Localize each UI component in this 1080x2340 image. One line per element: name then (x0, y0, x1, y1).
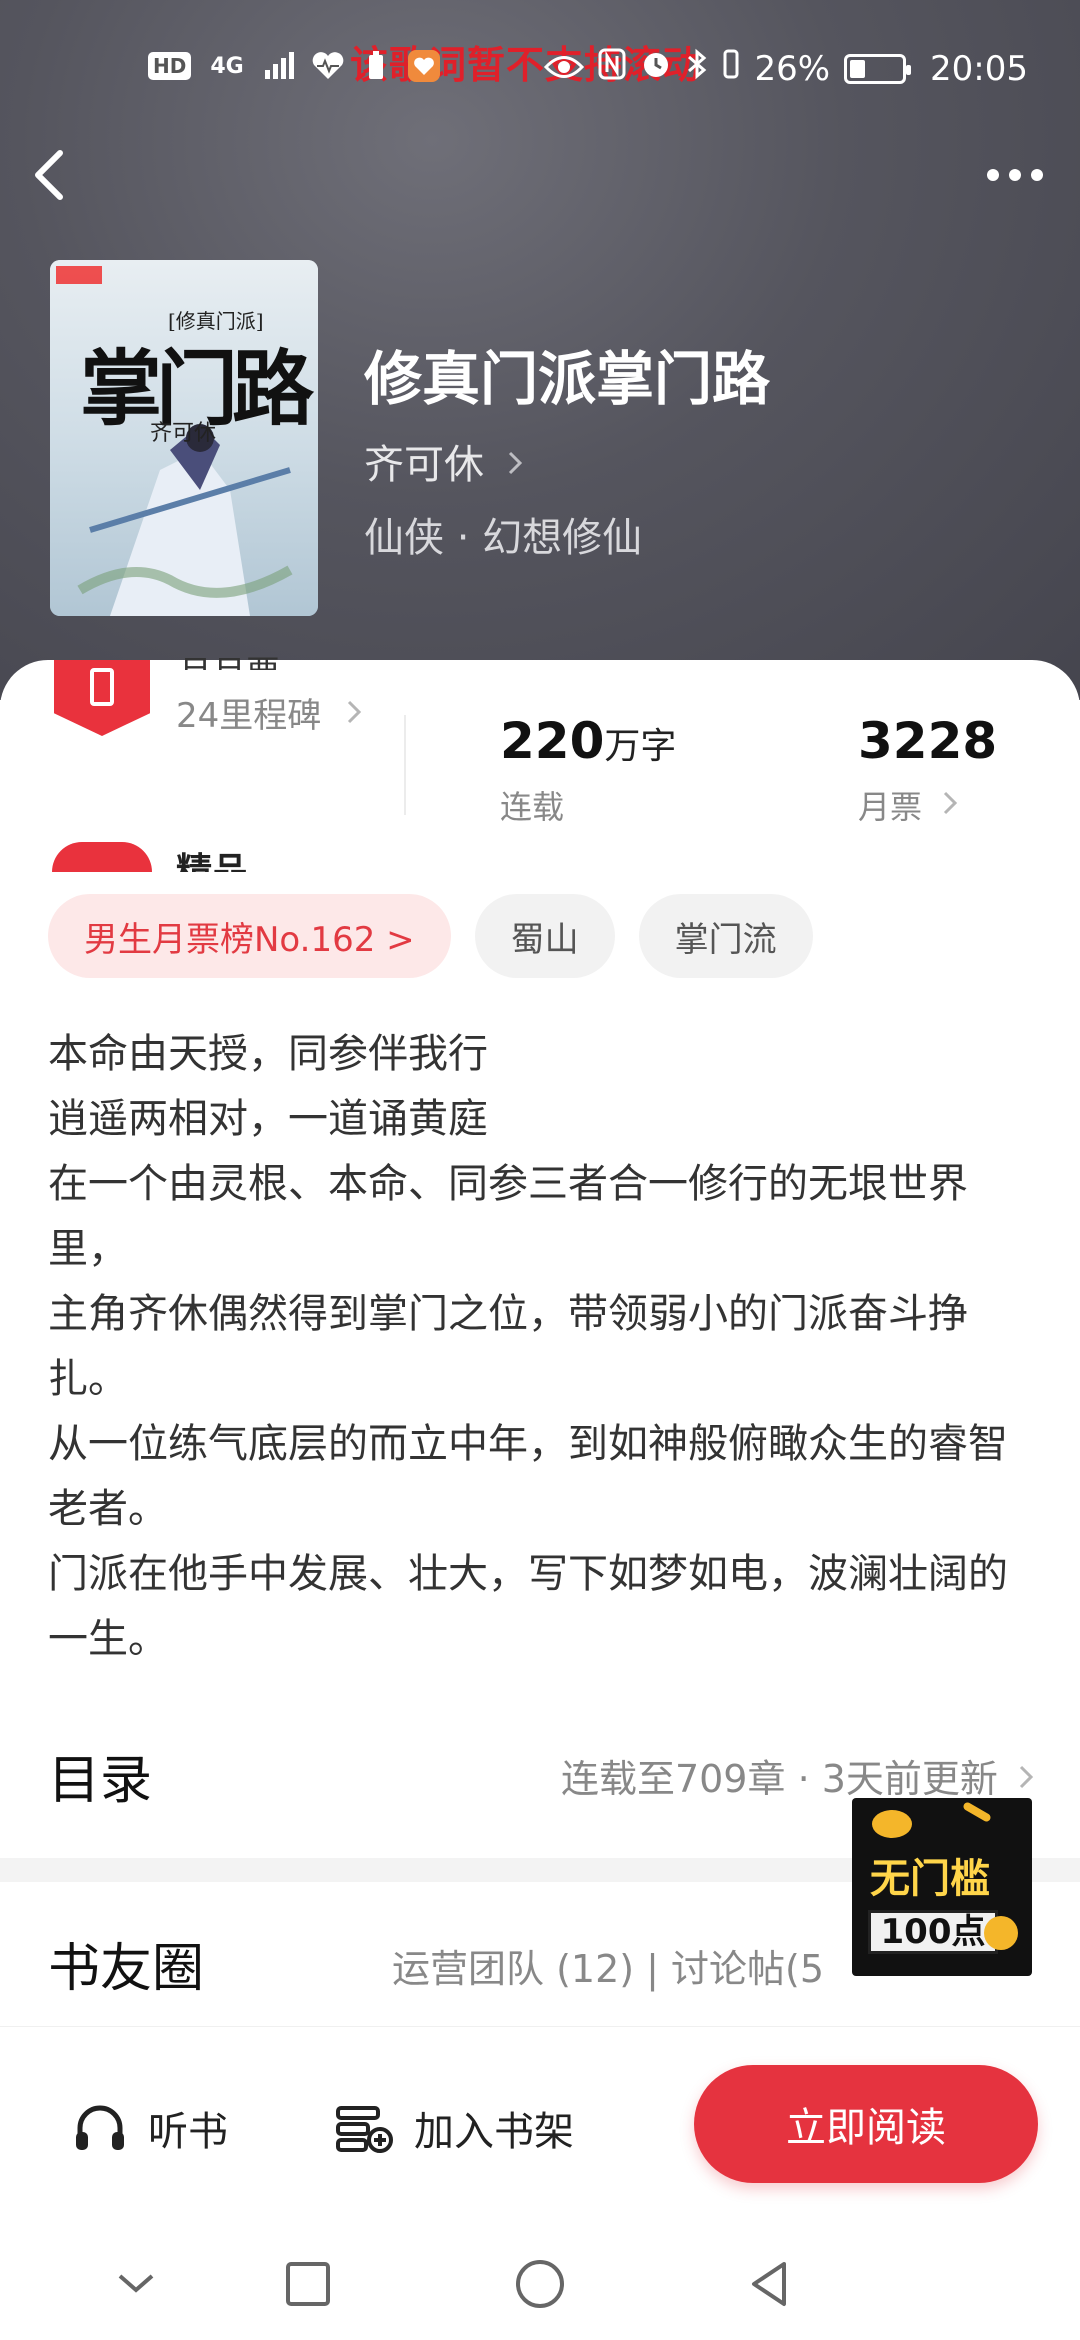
hd-badge: HD (148, 52, 192, 80)
synopsis-line: 主角齐休偶然得到掌门之位，带领弱小的门派奋斗挣扎。 (48, 1291, 968, 1402)
coin-icon (984, 1916, 1018, 1950)
chevron-right-icon (1019, 1765, 1034, 1789)
book-author-name: 齐可休 (364, 442, 484, 488)
battery-icon (844, 53, 912, 84)
synopsis-line: 门派在他手中发展、壮大，写下如梦如电，波澜壮阔的一生。 (48, 1551, 1008, 1662)
more-dot (987, 169, 999, 181)
monthly-votes-label-row: 月票 (858, 782, 997, 828)
read-now-button[interactable]: 立即阅读 (694, 2065, 1038, 2183)
book-synopsis: 本命由天授，同参伴我行 逍遥两相对，一道诵黄庭 在一个由灵根、本命、同参三者合一… (48, 1022, 1038, 1672)
system-nav-bar (0, 2216, 1080, 2340)
add-to-shelf-label: 加入书架 (414, 2109, 574, 2155)
monthly-votes-stat[interactable]: 3228 月票 (858, 712, 997, 828)
signal-icon (263, 50, 297, 82)
tag-list: 男生月票榜No.162 > 蜀山 掌门流 (48, 894, 813, 978)
back-button[interactable] (30, 145, 80, 205)
word-count-stat: 220万字 连载 (500, 712, 676, 828)
nav-back-icon (752, 2262, 786, 2306)
word-count-number: 220 (500, 712, 605, 770)
cover-author: 齐可休 (150, 421, 217, 446)
promo-bottom-text: 100点 (868, 1910, 998, 1954)
toc-title: 目录 (48, 1751, 153, 1811)
nav-home-button[interactable] (510, 2254, 570, 2314)
bluetooth-icon (686, 48, 708, 89)
quality-label: 精品 (176, 851, 249, 872)
battery-small-icon (359, 50, 393, 82)
book-author-link[interactable]: 齐可休 (364, 432, 527, 490)
nav-down-button[interactable] (106, 2254, 166, 2314)
quality-badge-icon (52, 842, 152, 872)
more-dot (1031, 169, 1043, 181)
monthly-votes-number: 3228 (858, 712, 998, 770)
bottom-action-bar: 听书 加入书架 立即阅读 (0, 2026, 1080, 2216)
tag-chip[interactable]: 蜀山 (474, 894, 615, 978)
tag-chip[interactable]: 掌门流 (638, 894, 813, 978)
clock: 20:05 (930, 48, 1028, 89)
listen-button[interactable]: 听书 (72, 2099, 228, 2157)
status-bar: 该歌词暂不支持滚动 HD 4G 26% 20:05 (0, 30, 1080, 110)
promo-top-text: 无门槛 (870, 1856, 990, 1902)
add-to-shelf-icon (336, 2106, 393, 2153)
nav-down-icon (118, 2274, 154, 2293)
battery-level-fill (850, 59, 865, 78)
word-count-unit: 万字 (604, 726, 677, 767)
add-to-shelf-button[interactable]: 加入书架 (334, 2099, 574, 2157)
stats-divider (404, 715, 406, 815)
more-button[interactable] (980, 150, 1050, 200)
chevron-right-icon (508, 451, 522, 475)
synopsis-line: 在一个由灵根、本命、同参三者合一修行的无垠世界里， (48, 1161, 968, 1272)
book-cover[interactable]: [修真门派] 掌门路 齐可休 (50, 260, 318, 616)
status-right: 26% 20:05 (544, 48, 1028, 89)
tag-ranking-chip[interactable]: 男生月票榜No.162 > (48, 894, 451, 978)
nav-circle-icon (516, 2260, 564, 2308)
more-dot (1009, 169, 1021, 181)
serial-status: 连载 (500, 788, 565, 826)
vibrate-icon (722, 48, 740, 89)
headphones-icon (76, 2105, 124, 2150)
listen-label: 听书 (148, 2109, 228, 2155)
battery-percent: 26% (754, 48, 831, 89)
app-notification-icon (407, 50, 441, 82)
promo-coins-icon (872, 1802, 991, 1838)
monthly-votes-label: 月票 (858, 788, 923, 826)
heart-monitor-icon (311, 50, 345, 82)
nav-back-button[interactable] (740, 2254, 800, 2314)
rank-milestone-link[interactable]: 24里程碑 (176, 688, 366, 737)
chevron-right-icon (348, 700, 362, 724)
book-circle-title: 书友圈 (48, 1939, 205, 1999)
toc-update-info: 连载至709章 · 3天前更新 (560, 1757, 998, 1801)
nfc-icon (598, 48, 626, 89)
eye-icon (544, 49, 585, 89)
rank-milestone-label: 24里程碑 (176, 696, 322, 736)
back-chevron-icon (35, 150, 63, 200)
book-genre: 仙侠 · 幻想修仙 (364, 515, 643, 561)
rank-title: 月月票 (178, 646, 280, 670)
floating-promo-ad[interactable]: 无门槛 100点 (852, 1798, 1032, 1976)
toc-meta: 连载至709章 · 3天前更新 (561, 1748, 1038, 1803)
status-left: HD 4G (148, 50, 441, 82)
nav-recents-button[interactable] (278, 2254, 338, 2314)
nav-square-icon (286, 2262, 330, 2306)
book-title: 修真门派掌门路 (364, 345, 771, 413)
synopsis-line: 本命由天授，同参伴我行 (48, 1031, 488, 1077)
chevron-right-icon (944, 791, 958, 815)
alarm-icon (640, 48, 672, 89)
book-circle-meta: 运营团队 (12) | 讨论帖(5 (392, 1947, 825, 1991)
synopsis-line: 从一位练气底层的而立中年，到如神般俯瞰众生的睿智老者。 (48, 1421, 1008, 1532)
synopsis-line: 逍遥两相对，一道诵黄庭 (48, 1096, 488, 1142)
network-badge: 4G (210, 53, 244, 79)
